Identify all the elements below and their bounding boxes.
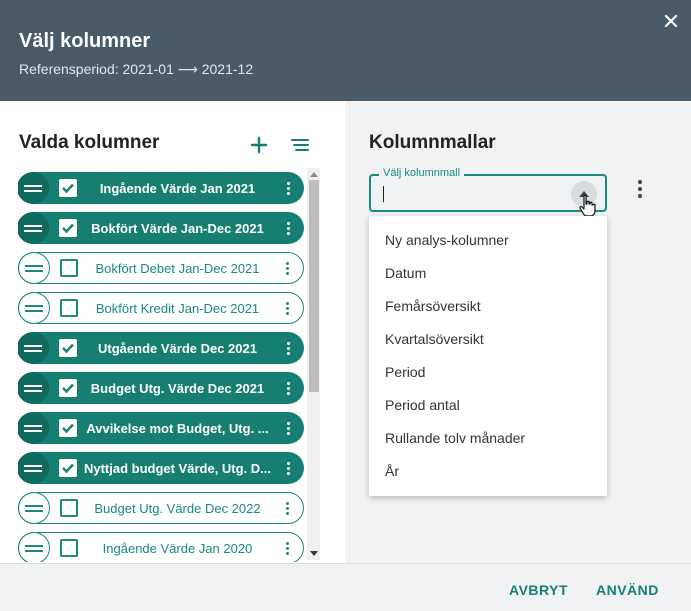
column-label: Bokfört Kredit Jan-Dec 2021 [95,300,260,316]
column-label: Ingående Värde Jan 2020 [102,540,253,556]
dialog-header: Välj kolumner Referensperiod: 2021-01 ⟶ … [0,0,691,101]
drag-handle-icon[interactable] [18,292,50,324]
more-vertical-icon[interactable] [277,252,297,284]
column-checkbox[interactable] [60,539,78,557]
column-template-select[interactable]: Välj kolumnmall [369,167,607,212]
template-option[interactable]: Datum [385,265,426,281]
column-label: Bokfört Debet Jan-Dec 2021 [95,260,260,276]
drag-handle-icon[interactable] [18,252,50,284]
checkmark-icon [62,463,74,474]
column-label: Bokfört Värde Jan-Dec 2021 [91,220,264,236]
column-row[interactable]: Bokfört Kredit Jan-Dec 2021 [18,292,304,324]
column-checkbox[interactable] [59,459,77,477]
more-vertical-icon[interactable] [277,292,297,324]
column-row[interactable]: Budget Utg. Värde Dec 2021 [18,372,304,404]
apply-button[interactable]: ANVÄND [596,582,659,598]
column-row[interactable]: Utgående Värde Dec 2021 [18,332,304,364]
template-option[interactable]: Rullande tolv månader [385,430,525,446]
drag-handle-icon[interactable] [18,412,49,444]
more-vertical-icon[interactable] [277,532,297,562]
checkmark-icon [62,183,74,194]
column-label: Avvikelse mot Budget, Utg. ... [86,420,269,436]
scrollbar-thumb[interactable] [309,180,319,392]
column-label: Nyttjad budget Värde, Utg. D... [83,460,272,476]
template-option[interactable]: Ny analys-kolumner [385,232,509,248]
drag-handle-icon[interactable] [18,532,50,562]
column-checkbox[interactable] [60,499,78,517]
checkmark-icon [62,383,74,394]
drag-handle-icon[interactable] [18,332,49,364]
column-row[interactable]: Bokfört Värde Jan-Dec 2021 [18,212,304,244]
scroll-down-arrow-icon[interactable] [310,551,318,556]
checkmark-icon [62,343,74,354]
column-label: Budget Utg. Värde Dec 2022 [94,500,261,516]
dialog-footer: AVBRYT ANVÄND [0,563,691,611]
dialog-title: Välj kolumner [19,30,151,52]
column-checkbox[interactable] [60,259,78,277]
selected-columns-title: Valda kolumner [19,132,160,153]
column-row[interactable]: Bokfört Debet Jan-Dec 2021 [18,252,304,284]
close-icon[interactable] [661,11,681,31]
column-checkbox[interactable] [59,339,77,357]
template-option[interactable]: Period antal [385,397,460,413]
list-scrollbar[interactable] [307,168,320,560]
plus-icon[interactable] [249,135,269,155]
column-checkbox[interactable] [60,299,78,317]
drag-handle-icon[interactable] [18,452,49,484]
checkmark-icon [62,223,74,234]
reference-period: Referensperiod: 2021-01 ⟶ 2021-12 [19,61,254,77]
cancel-button[interactable]: AVBRYT [509,582,568,598]
selected-columns-list: Ingående Värde Jan 2021 Bokfört Värde Jan… [18,172,307,562]
drag-handle-icon[interactable] [18,212,49,244]
scroll-up-arrow-icon[interactable] [310,172,318,177]
column-templates-title: Kolumnmallar [369,132,496,153]
column-checkbox[interactable] [59,179,77,197]
column-label: Budget Utg. Värde Dec 2021 [90,380,265,396]
column-row[interactable]: Budget Utg. Värde Dec 2022 [18,492,304,524]
more-vertical-icon[interactable] [277,492,297,524]
column-checkbox[interactable] [59,419,77,437]
drag-handle-icon[interactable] [18,492,50,524]
template-option[interactable]: Kvartalsöversikt [385,331,484,347]
template-dropdown-menu: Ny analys-kolumner Datum Femårsöversikt Kva… [369,216,607,496]
more-vertical-icon[interactable] [278,212,298,244]
drag-handle-icon[interactable] [18,172,49,204]
checkmark-icon [62,423,74,434]
more-vertical-icon[interactable] [278,332,298,364]
template-option[interactable]: Period [385,364,425,380]
drag-handle-icon[interactable] [18,372,49,404]
column-row[interactable]: Nyttjad budget Värde, Utg. D... [18,452,304,484]
template-option[interactable]: Femårsöversikt [385,298,481,314]
more-vertical-icon[interactable] [278,172,298,204]
column-row[interactable]: Avvikelse mot Budget, Utg. ... [18,412,304,444]
more-vertical-icon[interactable] [633,180,647,200]
column-row[interactable]: Ingående Värde Jan 2020 [18,532,304,562]
more-vertical-icon[interactable] [278,452,298,484]
more-vertical-icon[interactable] [278,372,298,404]
column-checkbox[interactable] [59,219,77,237]
text-caret [383,186,384,202]
column-row[interactable]: Ingående Värde Jan 2021 [18,172,304,204]
column-checkbox[interactable] [59,379,77,397]
selected-columns-panel: Valda kolumner Ingående Värde Jan 2021 Bo… [0,101,345,563]
sort-lines-icon[interactable] [290,137,310,155]
more-vertical-icon[interactable] [278,412,298,444]
template-option[interactable]: År [385,463,399,479]
select-label: Välj kolumnmall [379,167,465,179]
column-label: Ingående Värde Jan 2021 [99,180,256,196]
hand-pointer-icon [579,194,596,217]
column-label: Utgående Värde Dec 2021 [98,340,257,356]
